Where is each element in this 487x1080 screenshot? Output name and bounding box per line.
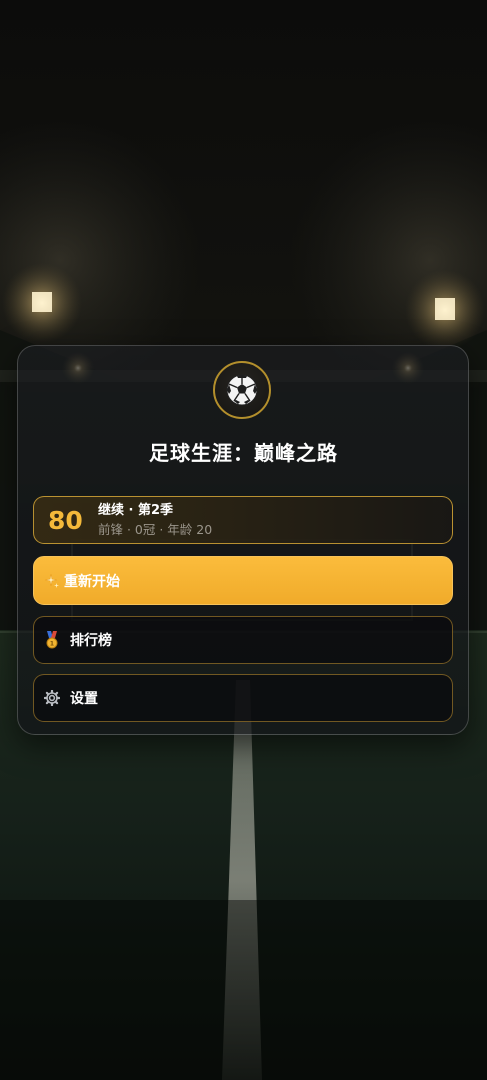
player-rating: 80	[48, 505, 83, 535]
leaderboard-label: 排行榜	[70, 633, 112, 649]
svg-text:1: 1	[50, 641, 54, 648]
continue-info: 继续 · 第2季 前锋 · 0冠 · 年龄 20	[98, 502, 212, 539]
restart-label: 重新开始	[64, 573, 120, 590]
settings-label: 设置	[70, 691, 98, 707]
page-title: 足球生涯：巅峰之路	[149, 441, 338, 465]
soccer-ball-icon	[226, 374, 258, 406]
restart-button[interactable]: 重新开始	[33, 556, 453, 605]
career-details: 前锋 · 0冠 · 年龄 20	[98, 521, 213, 537]
medal-icon: 1	[44, 631, 60, 649]
sparkle-icon	[44, 573, 60, 589]
soccer-ball-logo	[213, 361, 271, 419]
gear-icon	[44, 690, 60, 706]
continue-label: 继续 · 第2季	[98, 502, 174, 518]
continue-career-button[interactable]: 80 继续 · 第2季 前锋 · 0冠 · 年龄 20	[33, 496, 453, 544]
leaderboard-button[interactable]: 1 排行榜	[33, 616, 453, 664]
settings-button[interactable]: 设置	[33, 674, 453, 722]
